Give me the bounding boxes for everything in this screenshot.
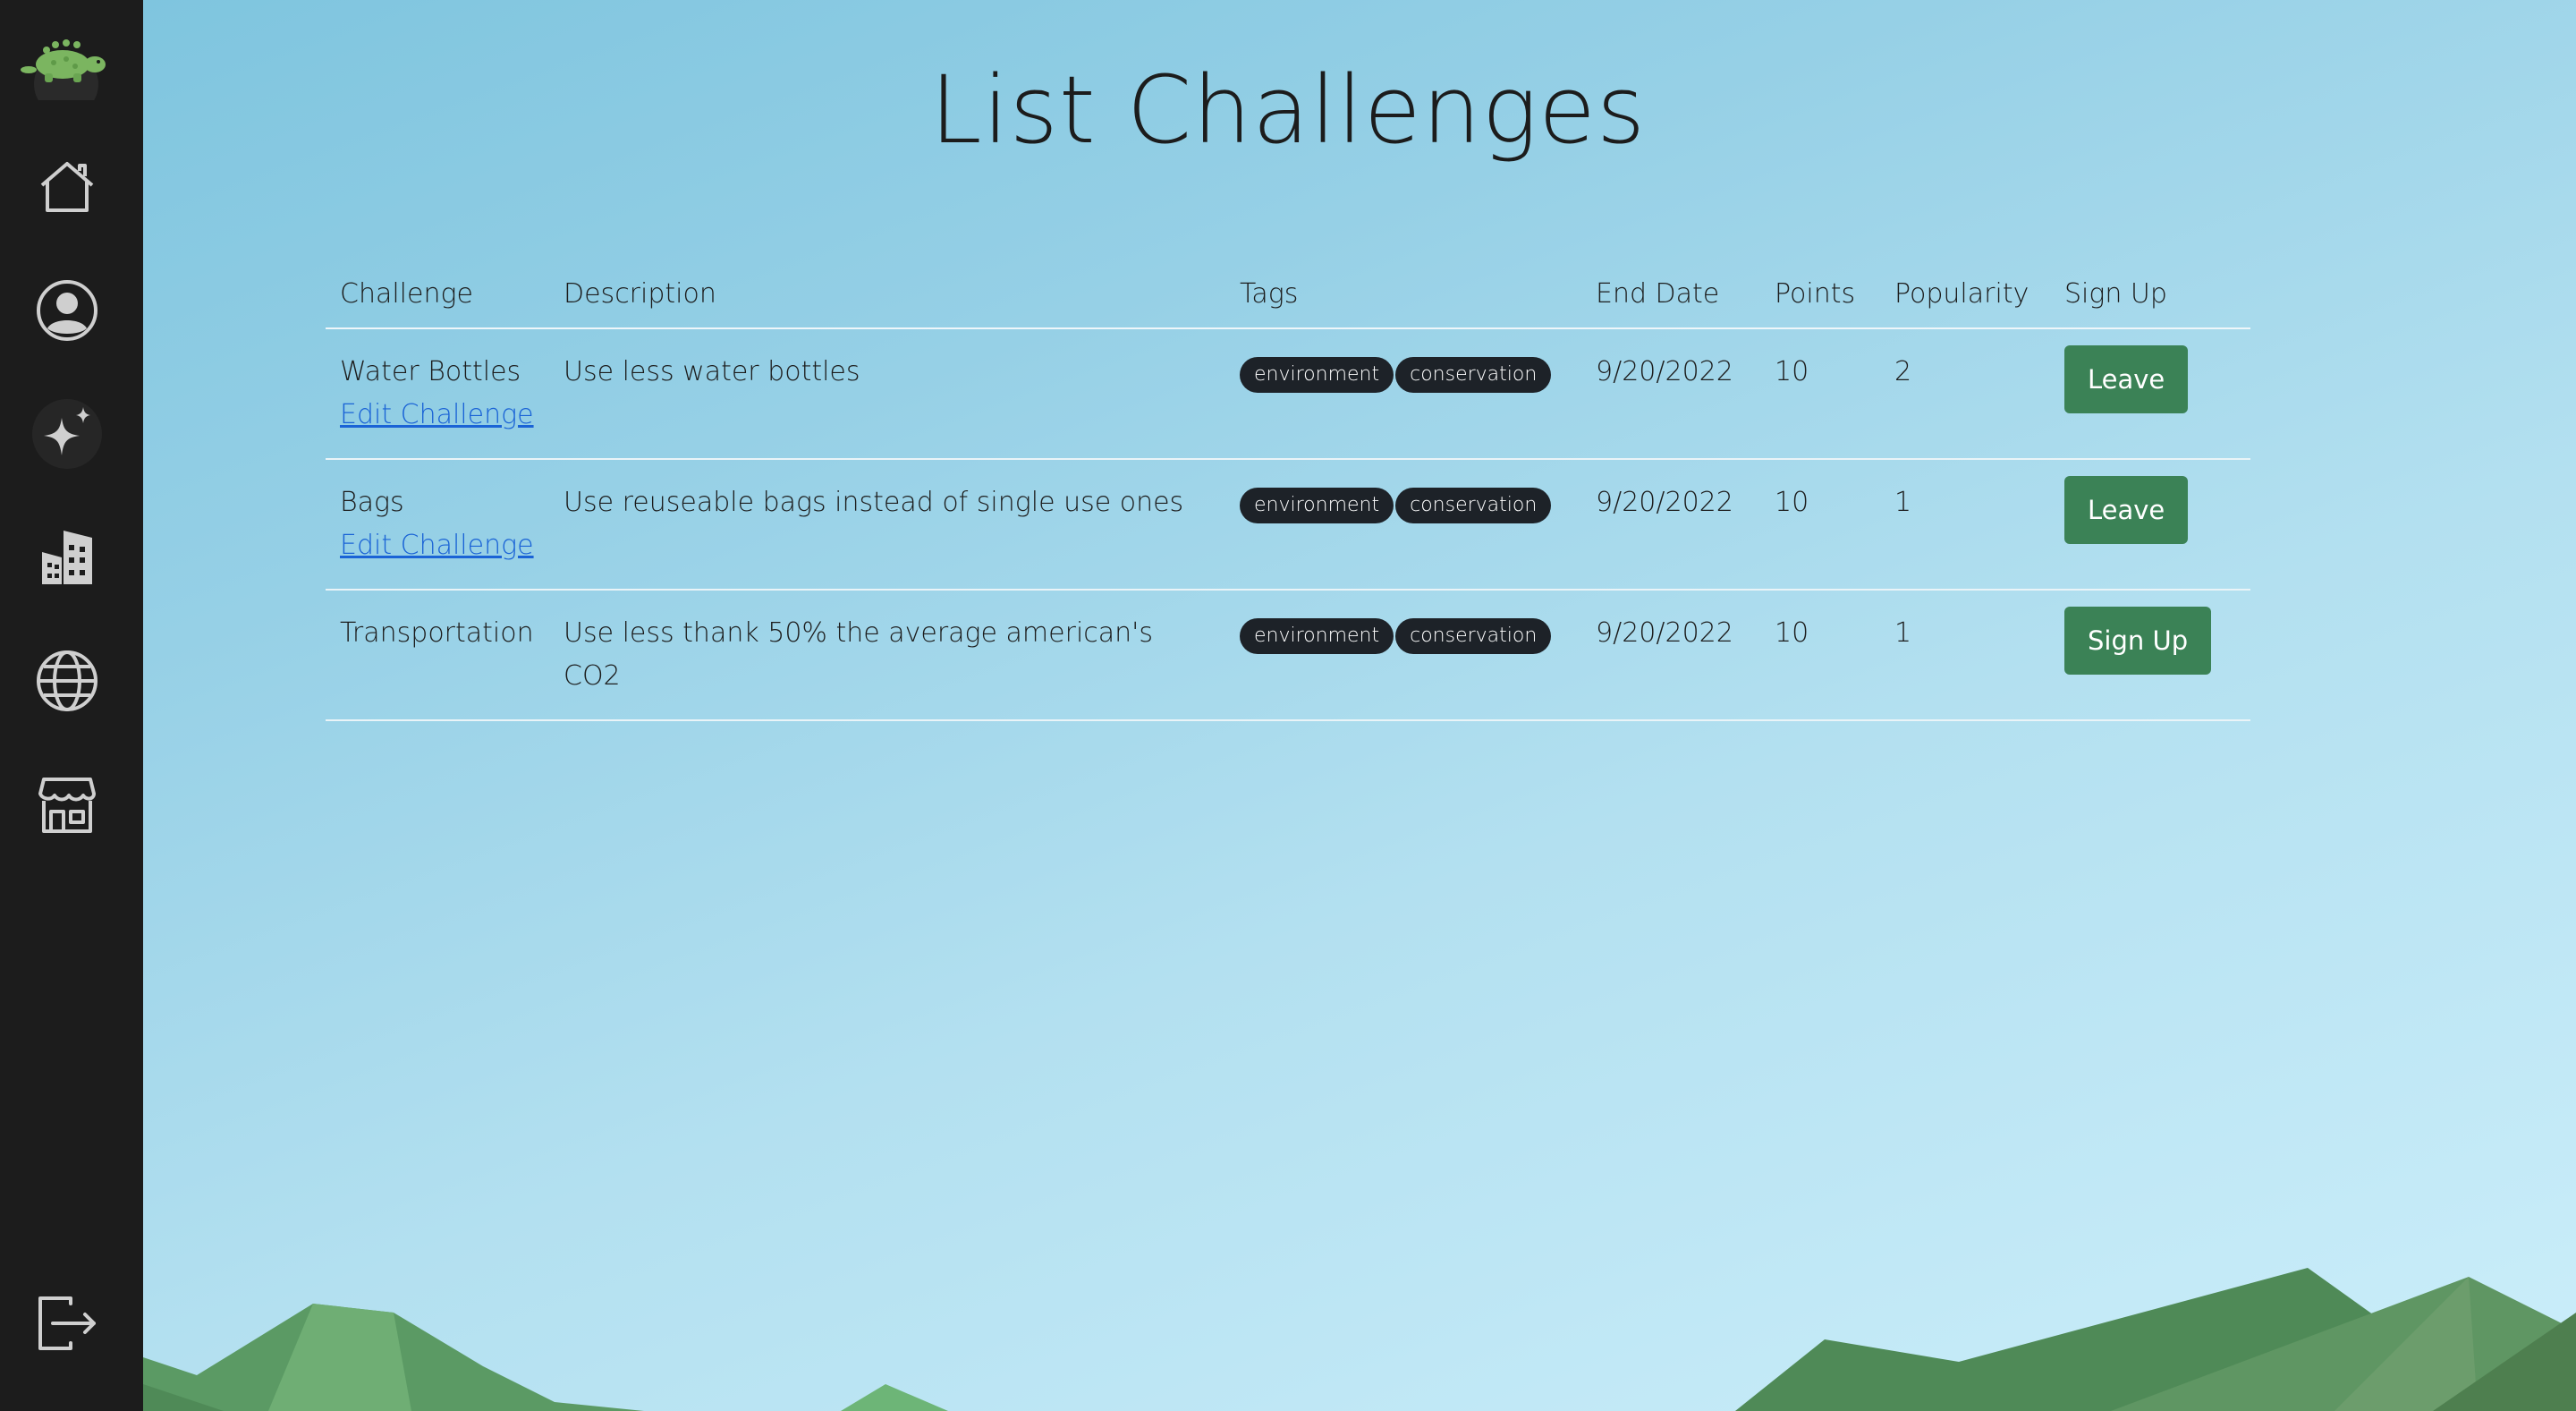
tags-cell: environment conservation [1225,328,1581,460]
challenge-name: Bags [340,487,404,518]
store-icon[interactable] [32,769,102,839]
sparkles-icon[interactable] [32,399,102,469]
popularity-cell: 1 [1880,590,2050,721]
header-description: Description [549,259,1225,329]
buildings-icon[interactable] [32,523,102,592]
challenge-cell: Water Bottles Edit Challenge [326,328,549,460]
edit-challenge-link[interactable]: Edit Challenge [340,524,535,567]
end-date-cell: 9/20/2022 [1581,459,1760,591]
end-date-cell: 9/20/2022 [1581,328,1760,460]
points-cell: 10 [1760,328,1880,460]
table-row: Transportation Use less thank 50% the av… [326,590,2250,721]
header-challenge: Challenge [326,259,549,329]
action-cell: Leave [2050,459,2250,591]
tag-badge: conservation [1395,618,1552,654]
challenge-name: Transportation [340,617,534,649]
tag-badge: environment [1240,357,1394,393]
logout-icon[interactable] [32,1288,102,1358]
end-date-cell: 9/20/2022 [1581,590,1760,721]
points-cell: 10 [1760,590,1880,721]
description-cell: Use reuseable bags instead of single use… [549,459,1225,591]
header-points: Points [1760,259,1880,329]
globe-icon[interactable] [32,646,102,716]
header-popularity: Popularity [1880,259,2050,329]
tag-badge: environment [1240,488,1394,523]
sign-up-button[interactable]: Sign Up [2064,607,2212,675]
table-row: Bags Edit Challenge Use reuseable bags i… [326,459,2250,591]
table-header-row: Challenge Description Tags End Date Poin… [326,259,2250,329]
page-title: List Challenges [929,55,1647,165]
popularity-cell: 1 [1880,459,2050,591]
challenges-table: Challenge Description Tags End Date Poin… [326,259,2250,721]
header-end-date: End Date [1581,259,1760,329]
action-cell: Sign Up [2050,590,2250,721]
profile-icon[interactable] [32,276,102,345]
challenge-cell: Transportation [326,590,549,721]
tag-badge: conservation [1395,357,1552,393]
tag-badge: environment [1240,618,1394,654]
header-tags: Tags [1225,259,1581,329]
tags-cell: environment conservation [1225,459,1581,591]
table-row: Water Bottles Edit Challenge Use less wa… [326,328,2250,460]
home-icon[interactable] [32,152,102,222]
action-cell: Leave [2050,328,2250,460]
turtle-logo-icon[interactable] [20,25,113,116]
challenge-name: Water Bottles [340,356,521,387]
edit-challenge-link[interactable]: Edit Challenge [340,394,535,437]
header-sign-up: Sign Up [2050,259,2250,329]
sidebar [0,0,143,1411]
points-cell: 10 [1760,459,1880,591]
popularity-cell: 2 [1880,328,2050,460]
tags-cell: environment conservation [1225,590,1581,721]
leave-button[interactable]: Leave [2064,476,2189,544]
tag-badge: conservation [1395,488,1552,523]
main-content: List Challenges Challenge Description Ta… [143,0,2576,1411]
description-cell: Use less thank 50% the average american'… [549,590,1225,721]
leave-button[interactable]: Leave [2064,345,2189,413]
challenge-cell: Bags Edit Challenge [326,459,549,591]
description-cell: Use less water bottles [549,328,1225,460]
